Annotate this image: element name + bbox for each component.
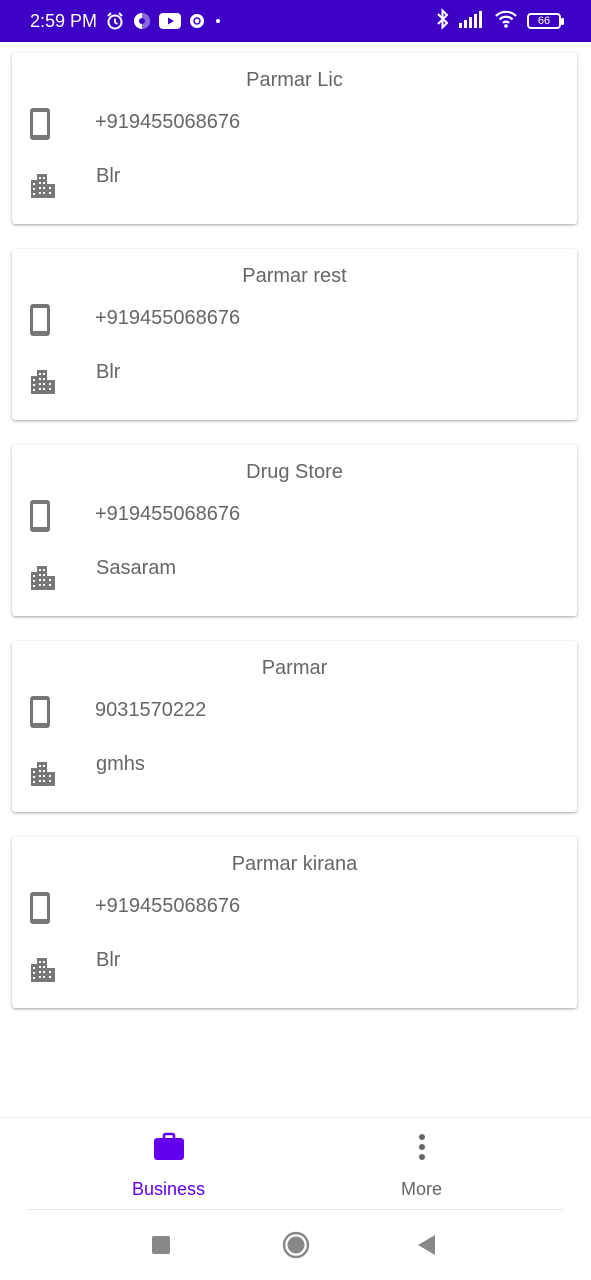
briefcase-icon (153, 1132, 185, 1167)
city-icon (29, 758, 57, 791)
contact-phone: 9031570222 (95, 699, 207, 721)
nav-more-label: More (400, 1179, 442, 1199)
more-vert-icon (418, 1132, 426, 1167)
contact-city: Blr (96, 165, 121, 187)
contact-city: Sasaram (96, 557, 177, 579)
contact-city: Blr (96, 949, 121, 971)
contact-phone: +919455068676 (95, 895, 241, 917)
contact-name: Parmar Lic (246, 69, 343, 91)
contact-name: Parmar (261, 657, 328, 679)
wifi-icon (494, 9, 518, 34)
contact-card[interactable]: Drug Store +919455068676 Sasaram (12, 445, 577, 616)
battery-icon: 66 (527, 13, 564, 29)
city-icon (29, 562, 57, 595)
city-icon (29, 170, 57, 203)
dot-icon (213, 16, 223, 26)
bottom-navigation: Business More (0, 1117, 591, 1209)
contact-name: Drug Store (246, 461, 343, 483)
recents-square-icon[interactable] (152, 1236, 170, 1259)
city-icon (29, 954, 57, 987)
contact-phone: +919455068676 (95, 111, 241, 133)
phone-icon (29, 695, 51, 734)
contact-card[interactable]: Parmar 9031570222 gmhs (12, 641, 577, 812)
app-notification-icon (133, 12, 151, 30)
youtube-icon (159, 13, 182, 29)
signal-icon (459, 10, 485, 33)
contact-card[interactable]: Parmar Lic +919455068676 Blr (12, 53, 577, 224)
nav-business-label: Business (131, 1179, 206, 1199)
system-navigation-bar (0, 1210, 591, 1280)
contact-card[interactable]: Parmar kirana +919455068676 Blr (12, 837, 577, 1008)
back-triangle-icon[interactable] (417, 1234, 437, 1261)
contact-city: Blr (96, 361, 121, 383)
contact-name: Parmar kirana (231, 853, 358, 875)
contact-phone: +919455068676 (95, 503, 241, 525)
city-icon (29, 366, 57, 399)
home-circle-icon[interactable] (282, 1231, 310, 1264)
status-left: 2:59 PM (30, 11, 223, 32)
phone-icon (29, 303, 51, 342)
phone-icon (29, 499, 51, 538)
contact-phone: +919455068676 (95, 307, 241, 329)
status-time: 2:59 PM (30, 10, 98, 31)
contact-name: Parmar rest (242, 265, 347, 287)
misc-notification-icon (189, 13, 205, 29)
phone-icon (29, 891, 51, 930)
nav-more[interactable]: More (274, 1118, 569, 1210)
bluetooth-icon (436, 7, 450, 35)
contact-card[interactable]: Parmar rest +919455068676 Blr (12, 249, 577, 420)
nav-business[interactable]: Business (21, 1118, 316, 1210)
alarm-icon (105, 11, 125, 31)
contact-city: gmhs (96, 753, 145, 775)
status-right: 66 (436, 7, 564, 35)
status-bar: 2:59 PM 66 (0, 0, 591, 42)
phone-icon (29, 107, 51, 146)
